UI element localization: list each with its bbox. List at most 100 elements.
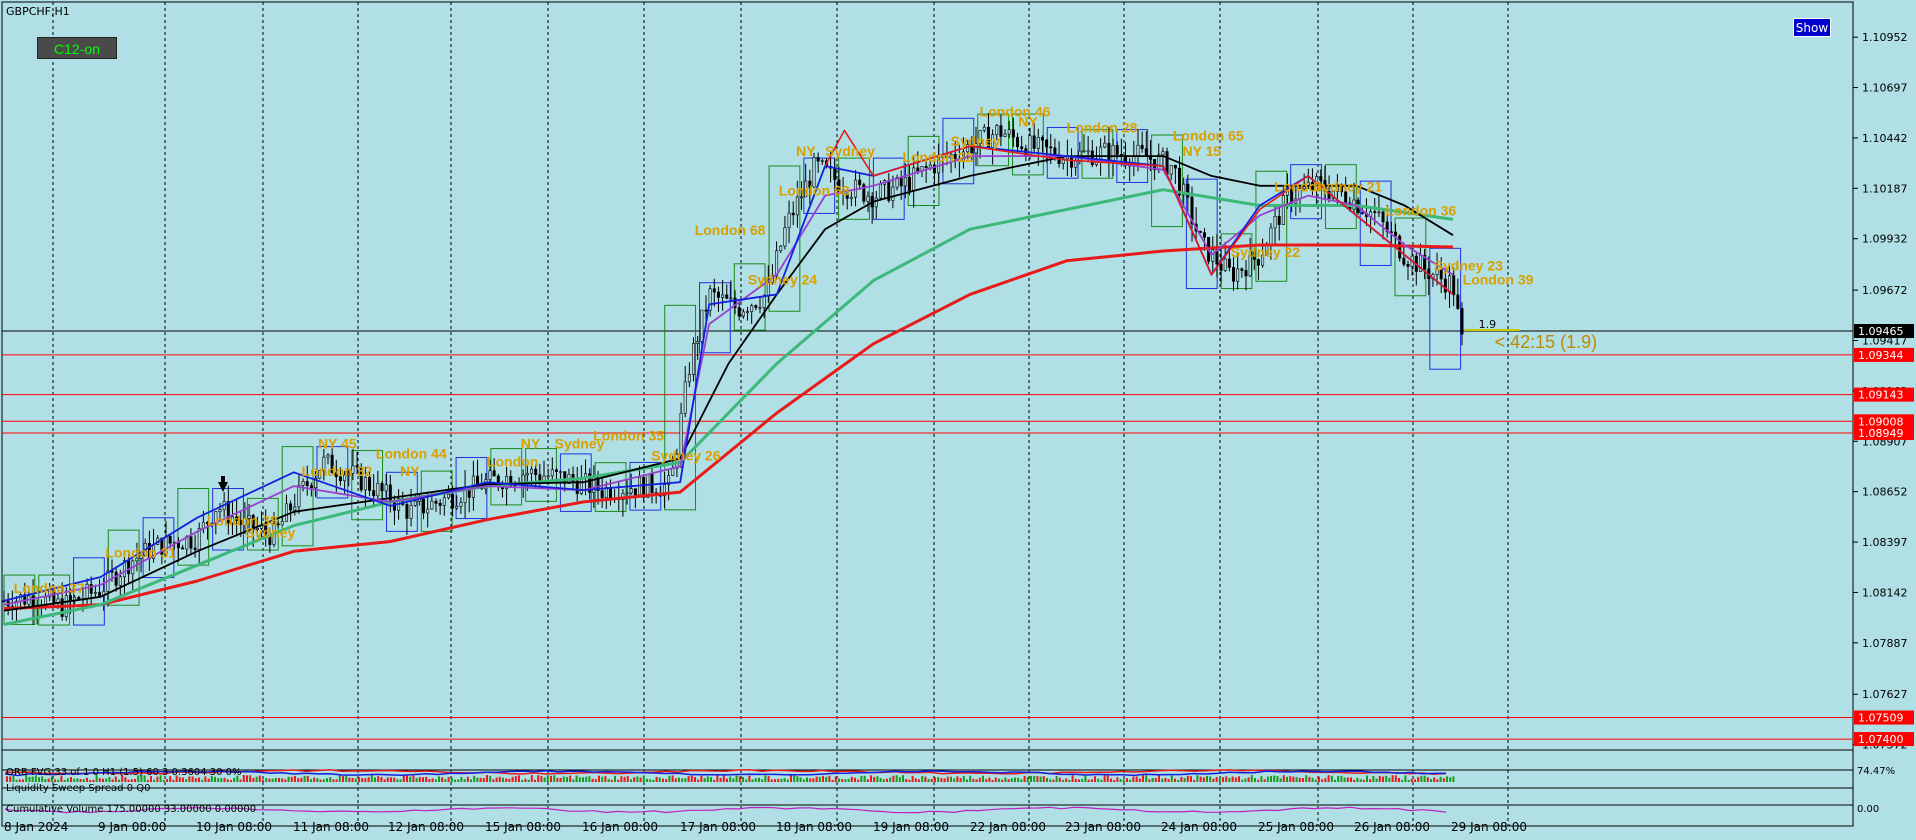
volume-bar (66, 778, 69, 782)
volume-bar (223, 777, 226, 782)
volume-bar (454, 779, 456, 782)
volume-bar (1212, 778, 1215, 782)
volume-bar (642, 775, 645, 782)
session-label: London 68 (779, 183, 850, 199)
volume-bar (1356, 777, 1359, 782)
volume-bar (726, 778, 728, 782)
volume-bar (575, 775, 578, 782)
price-tag-label: 1.08949 (1858, 427, 1904, 440)
candle-body (1036, 136, 1040, 149)
volume-bar (354, 778, 357, 782)
volume-bar (172, 779, 175, 782)
candle-body (1377, 211, 1381, 214)
volume-bar (1401, 779, 1404, 782)
volume-bar (1308, 776, 1311, 782)
volume-bar (1270, 776, 1272, 782)
volume-bar (1017, 777, 1020, 782)
volume-bar (950, 776, 952, 782)
candle-body (297, 484, 301, 508)
volume-bar (652, 779, 655, 782)
price-tag-label: 1.09344 (1858, 349, 1904, 362)
volume-bar (290, 776, 293, 782)
volume-bar (1106, 775, 1109, 782)
volume-bar (834, 776, 837, 782)
volume-bar (937, 776, 940, 782)
volume-bar (838, 778, 840, 782)
candle-body (127, 560, 131, 575)
volume-bar (1430, 779, 1432, 782)
volume-bar (466, 776, 469, 782)
volume-bar (348, 777, 351, 782)
volume-bar (342, 776, 344, 782)
volume-bar (959, 778, 962, 782)
volume-bar (226, 779, 229, 782)
candle-body (779, 245, 783, 252)
volume-bar (1071, 775, 1074, 782)
candle-body (1157, 154, 1161, 171)
c12-badge[interactable]: C12-on (37, 37, 117, 59)
volume-bar (406, 775, 408, 782)
volume-bar (1119, 779, 1122, 782)
volume-bar (962, 775, 965, 782)
candle-body (741, 311, 745, 317)
chart-title: GBPCHF,H1 (6, 5, 70, 18)
volume-bar (911, 775, 914, 782)
volume-bar (665, 778, 668, 782)
volume-bar (825, 776, 828, 782)
volume-bar (697, 779, 700, 782)
candle-body (422, 498, 426, 514)
candle-body (476, 475, 480, 485)
volume-bar (1417, 776, 1420, 782)
volume-bar (614, 775, 616, 782)
candle-body (1402, 257, 1406, 265)
volume-bar (1126, 778, 1128, 782)
candle-body (908, 177, 912, 191)
volume-bar (1036, 776, 1039, 782)
candle-body (891, 186, 895, 201)
volume-bar (847, 778, 850, 782)
volume-bar (719, 777, 722, 782)
candle-body (1394, 231, 1398, 237)
price-tag-label: 1.09465 (1858, 325, 1904, 338)
volume-bar (633, 777, 636, 782)
volume-bar (818, 776, 821, 782)
volume-bar (927, 778, 930, 782)
volume-bar (338, 775, 341, 782)
show-button[interactable]: Show (1793, 18, 1831, 37)
volume-bar (998, 778, 1000, 782)
volume-bar (1241, 779, 1244, 782)
volume-bar (105, 778, 108, 782)
volume-bar (300, 777, 303, 782)
volume-bar (540, 776, 543, 782)
volume-bar (444, 779, 447, 782)
volume-bar (905, 779, 908, 782)
volume-bar (738, 776, 741, 782)
volume-bar (767, 776, 770, 782)
session-label: NY 15 (1183, 143, 1222, 159)
moving-average-line[interactable] (3, 145, 1454, 602)
volume-bar (146, 779, 149, 782)
volume-bar (1340, 775, 1343, 782)
volume-bar (351, 777, 354, 782)
volume-bar (268, 778, 271, 782)
session-label: London 36 (1385, 202, 1456, 218)
volume-bar (1254, 778, 1256, 782)
candle-body (1240, 268, 1244, 271)
volume-bar (674, 778, 677, 782)
volume-bar (1132, 776, 1135, 782)
candle-body (1003, 133, 1007, 137)
volume-bar (92, 779, 95, 782)
candle-body (1202, 232, 1206, 238)
candle-body (725, 294, 729, 299)
chart-svg[interactable]: 1.10952 1.10697 1.10442 1.10187 1.09932 1.096… (0, 0, 1916, 840)
time-label: 29 Jan 08:00 (1451, 820, 1527, 834)
volume-bar (745, 779, 748, 782)
candle-body (787, 212, 791, 228)
volume-bar (319, 779, 322, 782)
candle-body (687, 374, 691, 383)
session-label: Sydney 24 (748, 272, 817, 288)
volume-bar (198, 777, 200, 782)
volume-bar (934, 777, 936, 782)
volume-bar (1404, 775, 1407, 782)
volume-bar (604, 776, 607, 782)
